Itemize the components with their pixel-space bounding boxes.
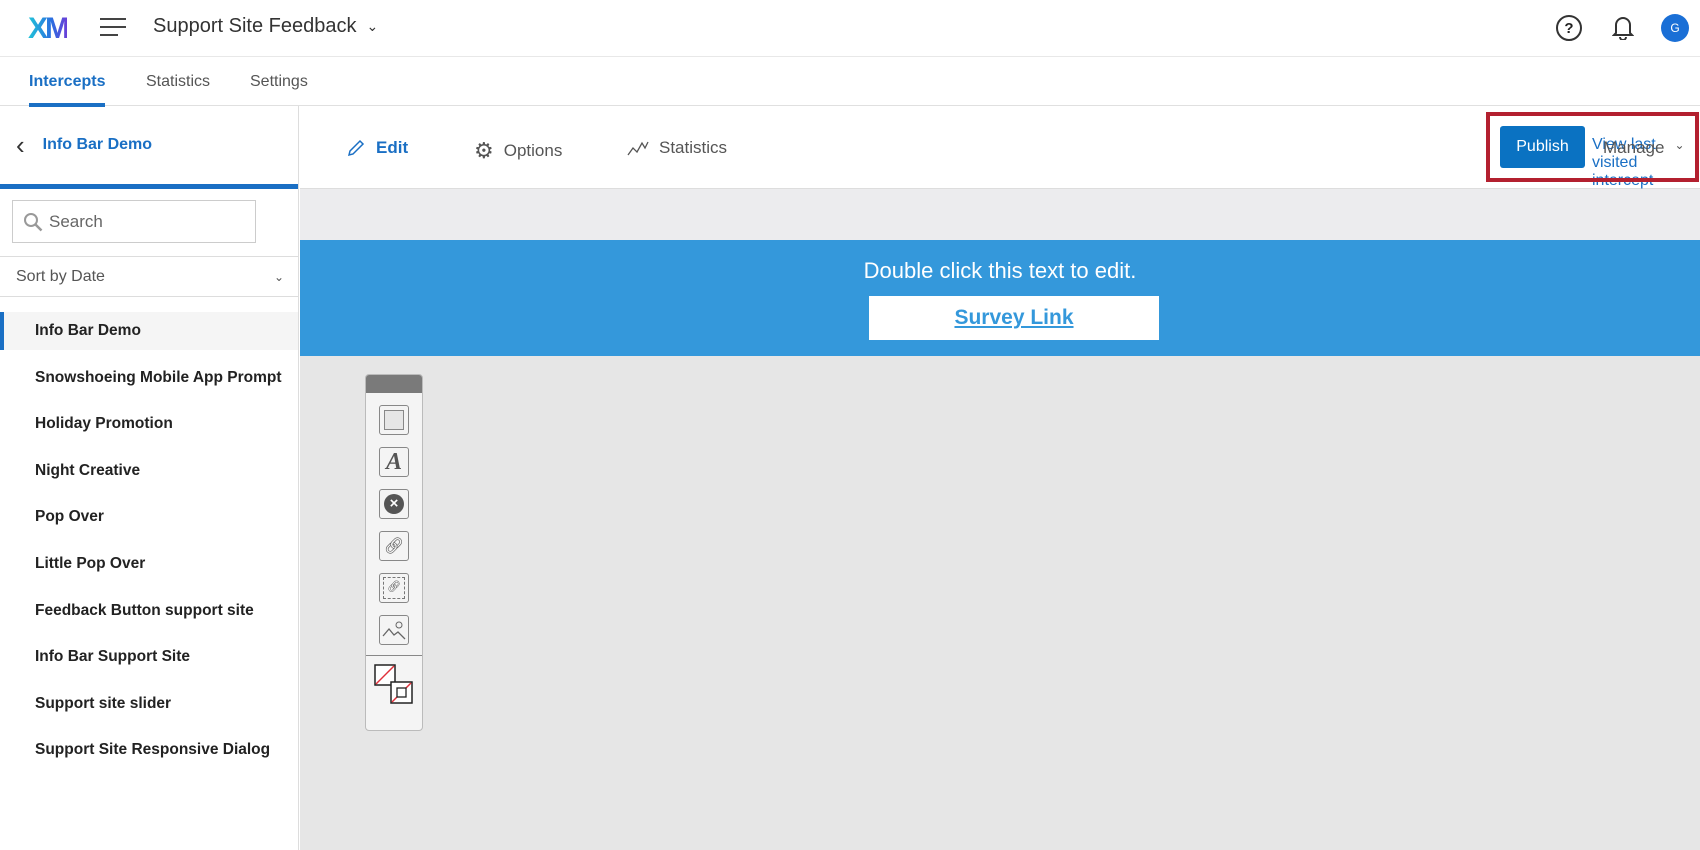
hamburger-menu-icon[interactable] [100, 18, 126, 38]
list-item[interactable]: Support Site Responsive Dialog [0, 731, 298, 769]
back-arrow-icon[interactable]: ‹ [16, 130, 25, 161]
chart-line-icon [627, 141, 649, 156]
avatar[interactable]: G [1661, 14, 1689, 42]
editor-canvas: Double click this text to edit. Survey L… [300, 189, 1700, 850]
list-item[interactable]: Holiday Promotion [0, 405, 298, 443]
tab-intercepts[interactable]: Intercepts [29, 73, 106, 107]
project-name: Support Site Feedback [153, 15, 357, 37]
list-item[interactable]: Pop Over [0, 498, 298, 536]
text-tool-icon[interactable]: A [379, 447, 409, 477]
chevron-down-icon: ⌄ [366, 18, 379, 34]
edit-tab[interactable]: Edit [346, 138, 408, 158]
edit-label: Edit [376, 138, 409, 157]
layer-order-tool-icon[interactable] [366, 655, 422, 711]
sort-dropdown[interactable]: Sort by Date ⌄ [0, 256, 298, 297]
sort-label: Sort by Date [16, 267, 105, 285]
canvas-strip [300, 189, 1700, 240]
tab-settings[interactable]: Settings [250, 73, 308, 91]
manage-dropdown[interactable]: Manage ⌄ [1603, 138, 1685, 158]
options-tab[interactable]: ⚙ Options [474, 138, 562, 164]
pencil-icon [347, 139, 365, 157]
statistics-tab[interactable]: Statistics [627, 138, 727, 158]
list-item[interactable]: Night Creative [0, 452, 298, 490]
survey-link-button[interactable]: Survey Link [869, 296, 1159, 340]
manage-label: Manage [1603, 138, 1665, 157]
element-toolbox: A × 🔗︎ 🔗︎ [365, 374, 423, 731]
tab-statistics[interactable]: Statistics [146, 73, 210, 91]
publish-button[interactable]: Publish [1500, 126, 1585, 168]
top-bar: XM Support Site Feedback ⌄ ? G [0, 0, 1700, 57]
help-icon[interactable]: ? [1556, 15, 1582, 41]
chevron-down-icon: ⌄ [1674, 138, 1685, 152]
image-tool-icon[interactable] [379, 615, 409, 645]
sidebar-title: Info Bar Demo [42, 136, 153, 153]
gear-icon: ⚙ [474, 138, 494, 163]
rectangle-tool-icon[interactable] [379, 405, 409, 435]
info-bar-text[interactable]: Double click this text to edit. [300, 258, 1700, 284]
list-item[interactable]: Info Bar Demo [0, 312, 298, 350]
statistics-label: Statistics [659, 138, 728, 157]
options-label: Options [503, 141, 563, 160]
list-item[interactable]: Feedback Button support site [0, 592, 298, 630]
embedded-link-tool-icon[interactable]: 🔗︎ [379, 573, 409, 603]
main-tabs: Intercepts Statistics Settings [0, 57, 1700, 107]
search-input[interactable]: Search [12, 200, 256, 243]
toolbox-drag-handle[interactable] [366, 375, 422, 393]
bell-icon[interactable] [1611, 14, 1635, 45]
xm-logo[interactable]: XM [28, 12, 70, 46]
search-icon [24, 212, 43, 231]
chevron-down-icon: ⌄ [273, 269, 284, 284]
list-item[interactable]: Snowshoeing Mobile App Prompt [0, 359, 298, 397]
list-item[interactable]: Info Bar Support Site [0, 638, 298, 676]
list-item[interactable]: Little Pop Over [0, 545, 298, 583]
sidebar: ‹ Info Bar Demo Search Sort by Date ⌄ Inf… [0, 106, 299, 850]
info-bar[interactable]: Double click this text to edit. Survey L… [300, 240, 1700, 356]
close-button-tool-icon[interactable]: × [379, 489, 409, 519]
project-selector[interactable]: Support Site Feedback ⌄ [153, 15, 378, 38]
link-tool-icon[interactable]: 🔗︎ [379, 531, 409, 561]
editor-toolbar: Edit ⚙ Options Statistics View last visi… [300, 106, 1700, 189]
search-placeholder: Search [49, 211, 103, 231]
sidebar-header: ‹ Info Bar Demo [0, 106, 298, 189]
list-item[interactable]: Support site slider [0, 685, 298, 723]
